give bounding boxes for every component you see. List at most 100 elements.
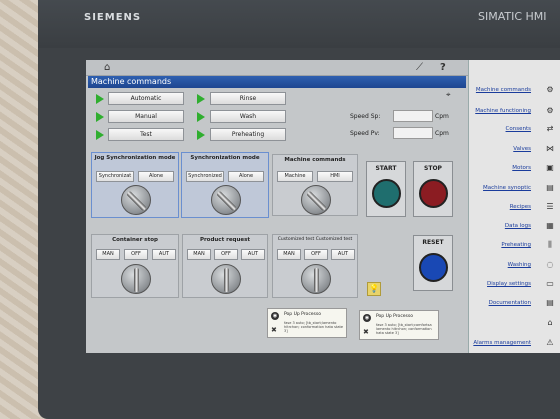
nav-machine-functioning[interactable]: Machine functioning ⚙ [469,104,560,119]
nav-motors[interactable]: Motors ▣ [469,161,560,176]
nav-display-settings[interactable]: Display settings ▭ [469,277,560,292]
speed-sp-field[interactable] [393,110,433,122]
help-icon[interactable]: ? [440,62,446,73]
machine-button[interactable]: Machine [277,171,313,182]
automatic-button[interactable]: Automatic [108,92,184,105]
home-icon: ⌂ [547,318,553,327]
jog-sync-title: Jog Synchronization mode [94,155,176,161]
popup-process-1[interactable]: ◉ Pop Up Processo fase 3 auto; [tb_start… [267,308,347,338]
stop-label: STOP [424,165,442,172]
container-stop-panel: Container stop MAN OFF AUT [91,234,179,298]
jog-sync-panel: Jog Synchronization mode Synchronizat Al… [91,152,179,218]
home-icon[interactable]: ⌂ [104,62,110,73]
machine-commands-panel: Machine commands Machine HMI [272,154,358,216]
synoptic-icon: ▤ [546,183,554,192]
reset-button[interactable] [419,253,448,282]
bezel-top [38,0,560,48]
start-label: START [375,165,397,172]
nav-label: Machine commands [475,87,531,93]
machine-commands-title: Machine commands [284,157,346,163]
customized-man-button[interactable]: MAN [277,249,301,260]
trend-icon[interactable]: ⟋ [416,62,423,73]
customized-test-selector[interactable] [301,264,331,294]
machine-commands-selector[interactable] [301,185,331,215]
container-man-button[interactable]: MAN [96,249,120,260]
speed-sp-unit: Cpm [435,113,449,120]
customized-aut-button[interactable]: AUT [331,249,355,260]
hmi-button[interactable]: HMI [317,171,353,182]
arrows-icon: ⇄ [546,124,554,133]
nav-label: Valves [513,146,531,152]
gears-icon: ⚙ [546,106,554,115]
sync-alone-button[interactable]: Alone [228,171,264,182]
nav-label: Preheating [501,242,531,248]
wash-arrow-icon [197,112,205,122]
side-navigation: Machine commands ⚙ Machine functioning ⚙ C… [468,60,560,353]
nav-label: Data logs [504,223,531,229]
doc-icon: ▤ [546,298,554,307]
reset-box: RESET [413,235,453,291]
jog-alone-button[interactable]: Alone [138,171,174,182]
container-aut-button[interactable]: AUT [152,249,176,260]
product-request-selector[interactable] [211,264,241,294]
start-button[interactable] [372,179,401,208]
nav-preheating[interactable]: Preheating ⫼ [469,238,560,253]
washing-icon: ◌ [546,260,554,269]
customized-test-title: Customized test Customized test [277,237,353,242]
popup-info-icon: ◉ [363,314,371,322]
nav-recipes[interactable]: Recipes ☰ [469,200,560,215]
nav-washing[interactable]: Washing ◌ [469,258,560,273]
popup-title: Pop Up Processo [376,314,413,319]
popup-tools-icon[interactable]: ✖ [363,328,369,336]
rinse-arrow-icon [197,94,205,104]
manual-button[interactable]: Manual [108,110,184,123]
synchronized-button[interactable]: Synchronized [186,171,224,182]
pin-icon[interactable]: ⌖ [446,90,451,100]
popup-process-2[interactable]: ◉ Pop Up Processo fase 3 auto; [tb_start… [359,310,439,340]
jog-sync-selector[interactable] [121,185,151,215]
test-button[interactable]: Test [108,128,184,141]
alarm-icon: ⚠ [546,338,554,347]
nav-alarms-management[interactable]: Alarms management ⚠ [469,336,560,351]
popup-body: fase 3 auto; [tb_start;lamento hitrchon;… [284,321,343,333]
nav-consents[interactable]: Consents ⇄ [469,122,560,137]
nav-home[interactable]: ⌂ [469,316,560,331]
product-man-button[interactable]: MAN [187,249,211,260]
product-aut-button[interactable]: AUT [241,249,265,260]
lamp-icon[interactable]: 💡 [367,282,381,296]
automatic-arrow-icon [96,94,104,104]
nav-label: Consents [505,126,531,132]
gear-icon: ⚙ [546,85,554,94]
nav-data-logs[interactable]: Data logs ▦ [469,219,560,234]
container-stop-selector[interactable] [121,264,151,294]
valve-icon: ⋈ [546,144,554,153]
preheating-button[interactable]: Preheating [210,128,286,141]
customized-test-panel: Customized test Customized test MAN OFF … [272,234,358,298]
popup-tools-icon[interactable]: ✖ [271,326,277,334]
speed-pv-label: Speed Pv: [350,130,380,137]
nav-machine-synoptic[interactable]: Machine synoptic ▤ [469,181,560,196]
container-stop-title: Container stop [112,237,158,243]
product-off-button[interactable]: OFF [214,249,238,260]
popup-info-icon: ◉ [271,312,279,320]
nav-label: Alarms management [473,340,531,346]
popup-body: fase 3 auto; [tb_start;comfortsa lamento… [376,323,432,335]
wash-button[interactable]: Wash [210,110,286,123]
start-box: START [366,161,406,217]
nav-documentation[interactable]: Documentation ▤ [469,296,560,311]
container-off-button[interactable]: OFF [124,249,148,260]
datalog-icon: ▦ [546,221,554,230]
nav-label: Recipes [509,204,531,210]
rinse-button[interactable]: Rinse [210,92,286,105]
product-request-panel: Product request MAN OFF AUT [182,234,268,298]
jog-synchronize-button[interactable]: Synchronizat [96,171,134,182]
sync-mode-selector[interactable] [211,185,241,215]
preheat-icon: ⫼ [548,240,552,249]
nav-machine-commands[interactable]: Machine commands ⚙ [469,83,560,98]
stop-button[interactable] [419,179,448,208]
customized-off-button[interactable]: OFF [304,249,328,260]
nav-label: Machine synoptic [483,185,531,191]
nav-label: Machine functioning [475,108,531,114]
speed-sp-label: Speed Sp: [350,113,381,120]
nav-valves[interactable]: Valves ⋈ [469,142,560,157]
